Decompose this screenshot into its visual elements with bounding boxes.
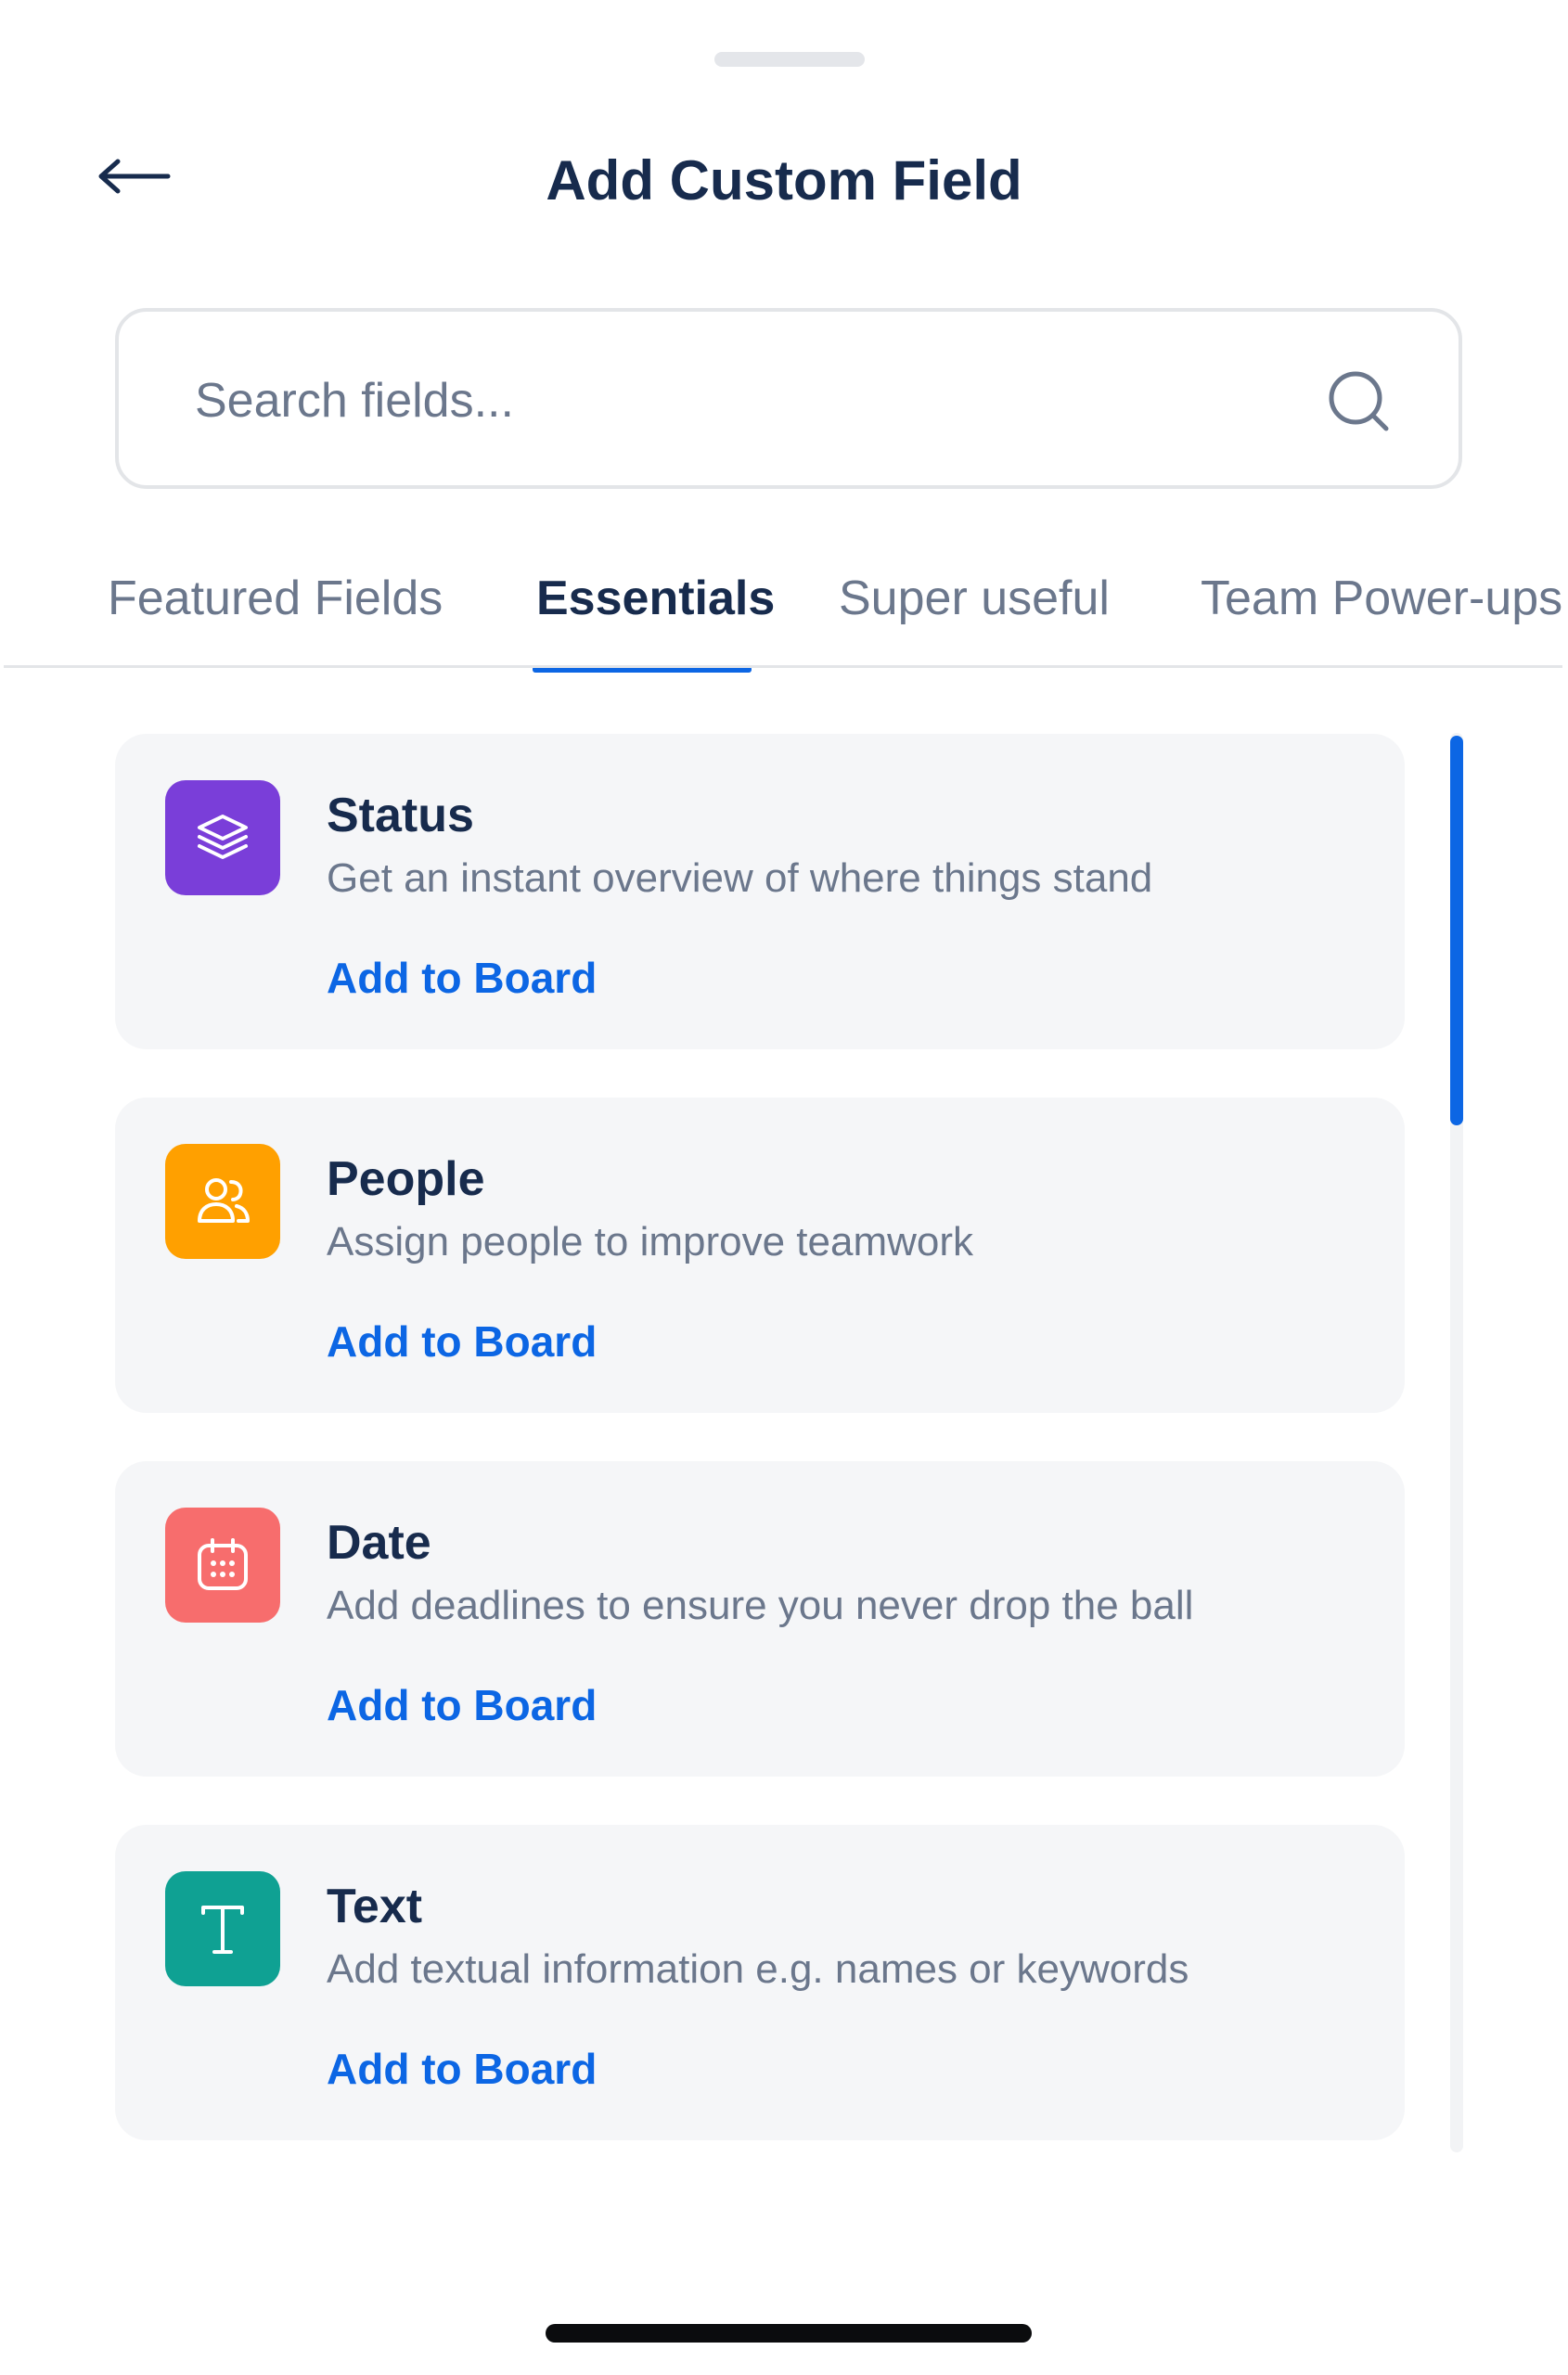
field-title: People	[327, 1152, 485, 1206]
text-icon	[165, 1871, 280, 1986]
tab-team-power-ups[interactable]: Team Power-ups	[1201, 561, 1562, 635]
field-card-status: Status Get an instant overview of where …	[115, 734, 1405, 1049]
field-title: Date	[327, 1516, 431, 1570]
scrollbar-thumb[interactable]	[1450, 736, 1463, 1125]
tab-super-useful[interactable]: Super useful	[839, 561, 1110, 635]
field-card-date: Date Add deadlines to ensure you never d…	[115, 1461, 1405, 1777]
add-to-board-button[interactable]: Add to Board	[327, 950, 597, 1006]
sheet-grabber[interactable]	[714, 52, 865, 67]
field-card-text: Text Add textual information e.g. names …	[115, 1825, 1405, 2140]
layers-icon	[165, 780, 280, 895]
header: Add Custom Field	[0, 130, 1568, 232]
tabs-divider	[4, 665, 1562, 668]
field-description: Assign people to improve teamwork	[327, 1219, 973, 1265]
add-to-board-button[interactable]: Add to Board	[327, 1677, 597, 1733]
field-card-people: People Assign people to improve teamwork…	[115, 1098, 1405, 1413]
calendar-icon	[165, 1508, 280, 1623]
field-description: Add textual information e.g. names or ke…	[327, 1946, 1189, 1992]
home-indicator[interactable]	[546, 2324, 1032, 2343]
tab-featured-fields[interactable]: Featured Fields	[108, 561, 443, 635]
page-title: Add Custom Field	[546, 149, 1022, 212]
field-title: Text	[327, 1880, 423, 1933]
category-tabs: Featured Fields Essentials Super useful …	[0, 561, 1568, 673]
field-title: Status	[327, 789, 474, 842]
add-to-board-button[interactable]: Add to Board	[327, 2041, 597, 2097]
search-box[interactable]	[115, 308, 1462, 489]
search-icon[interactable]	[1325, 367, 1392, 434]
field-description: Get an instant overview of where things …	[327, 855, 1153, 901]
add-to-board-button[interactable]: Add to Board	[327, 1314, 597, 1369]
tab-essentials[interactable]: Essentials	[536, 561, 775, 635]
people-icon	[165, 1144, 280, 1259]
search-input[interactable]	[193, 358, 1264, 443]
field-description: Add deadlines to ensure you never drop t…	[327, 1583, 1194, 1628]
